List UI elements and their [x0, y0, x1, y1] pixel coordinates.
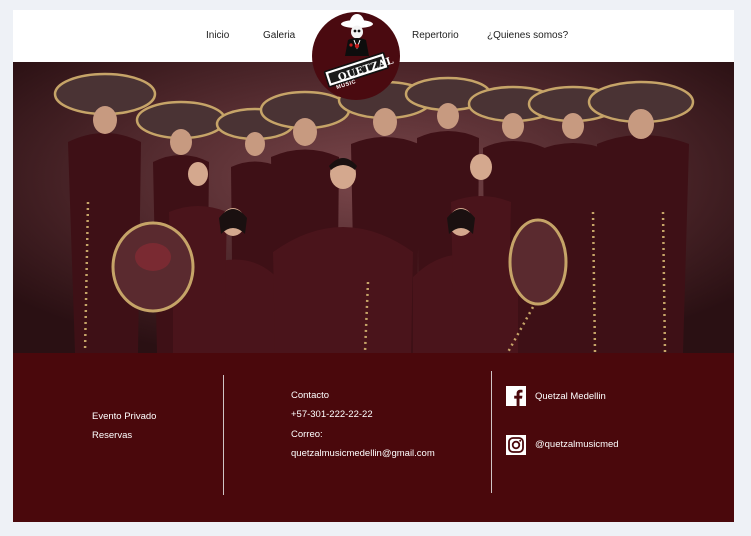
footer-divider: [491, 371, 492, 493]
musician-face: [373, 108, 397, 136]
held-sombrero-crown: [135, 243, 171, 271]
nav-quienes-somos[interactable]: ¿Quienes somos?: [487, 30, 568, 41]
instagram-handle[interactable]: @quetzalmusicmed: [535, 439, 619, 450]
hero-band-photo: [13, 62, 734, 353]
musician-face: [502, 113, 524, 139]
nav-inicio[interactable]: Inicio: [206, 30, 229, 41]
mariachi-group-image: [13, 62, 734, 353]
instagram-icon[interactable]: [506, 435, 526, 455]
musician-face: [93, 106, 117, 134]
skull-eye-right: [357, 29, 361, 33]
musician-face: [628, 109, 654, 139]
contact-phone[interactable]: +57-301-222-22-22: [291, 409, 373, 420]
nav-repertorio[interactable]: Repertorio: [412, 30, 459, 41]
site-footer: Evento Privado Reservas Contacto +57-301…: [13, 353, 734, 522]
musician-face: [245, 132, 265, 156]
page-container: Inicio Galeria Repertorio ¿Quienes somos…: [13, 10, 734, 522]
skull-head: [351, 25, 363, 39]
musician-face: [293, 118, 317, 146]
facebook-handle[interactable]: Quetzal Medellin: [535, 391, 606, 402]
rose-accent: [354, 43, 360, 49]
musician-face: [170, 129, 192, 155]
contact-email[interactable]: quetzalmusicmedellin@gmail.com: [291, 448, 435, 459]
footer-link-evento-privado[interactable]: Evento Privado: [92, 411, 156, 422]
skull-eye-left: [353, 29, 357, 33]
footer-divider: [223, 375, 224, 495]
musician-face: [562, 113, 584, 139]
footer-link-reservas[interactable]: Reservas: [92, 430, 132, 441]
rose-accent: [349, 43, 353, 47]
nav-galeria[interactable]: Galeria: [263, 30, 295, 41]
facebook-icon[interactable]: [506, 386, 526, 406]
held-sombrero: [508, 218, 568, 306]
contact-email-label: Correo:: [291, 429, 323, 440]
contact-heading: Contacto: [291, 390, 330, 401]
musician-face: [437, 103, 459, 129]
quetzal-logo[interactable]: QUETZAL MUSIC: [312, 12, 400, 100]
center-singer-suit: [273, 227, 413, 353]
sombrero-crown: [349, 14, 365, 24]
musician-face: [188, 162, 208, 186]
musician-face: [470, 154, 492, 180]
musician-suit: [597, 135, 689, 353]
